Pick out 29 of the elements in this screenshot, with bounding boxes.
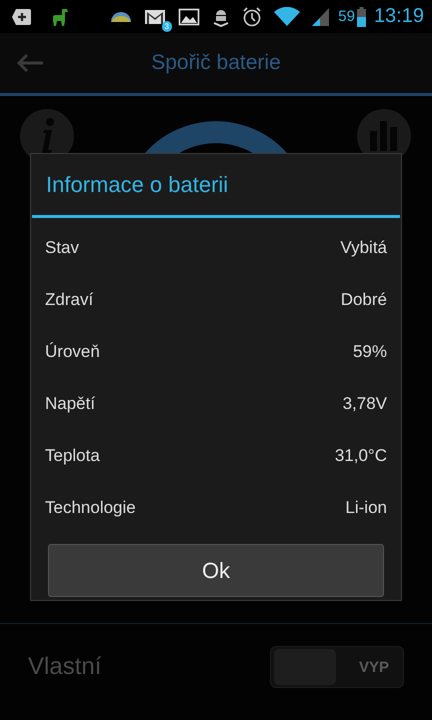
llama-icon bbox=[50, 6, 70, 26]
info-value: 3,78V bbox=[342, 394, 387, 414]
mail-icon bbox=[144, 8, 166, 26]
info-value: 31,0°C bbox=[334, 446, 387, 466]
info-label: Napětí bbox=[45, 394, 96, 414]
setting-label: Vlastní bbox=[28, 653, 102, 681]
info-label: Úroveň bbox=[45, 342, 100, 362]
app-title: Spořič baterie bbox=[151, 51, 281, 75]
info-value: Li-ion bbox=[345, 498, 387, 518]
info-label: Zdraví bbox=[45, 290, 94, 310]
alarm-icon bbox=[242, 6, 262, 26]
wifi-icon bbox=[274, 6, 300, 26]
add-notification-icon bbox=[12, 8, 32, 26]
signal-icon bbox=[312, 6, 330, 26]
ok-button[interactable]: Ok bbox=[48, 544, 384, 597]
info-value: Dobré bbox=[340, 290, 387, 310]
info-value: 59% bbox=[352, 342, 387, 362]
image-icon bbox=[178, 8, 200, 26]
info-label: Stav bbox=[45, 238, 80, 258]
notification-count: 3 bbox=[162, 20, 172, 32]
battery-percent: 59 bbox=[338, 8, 355, 25]
weather-globe-icon bbox=[110, 12, 132, 22]
clock: 13:19 bbox=[374, 5, 424, 28]
info-label: Teplota bbox=[45, 446, 100, 466]
info-label: Technologie bbox=[45, 498, 136, 518]
info-value: Vybitá bbox=[340, 238, 387, 258]
battery-icon bbox=[356, 6, 366, 26]
back-arrow-icon[interactable] bbox=[15, 53, 45, 73]
dialog-title: Informace o baterii bbox=[32, 154, 400, 218]
